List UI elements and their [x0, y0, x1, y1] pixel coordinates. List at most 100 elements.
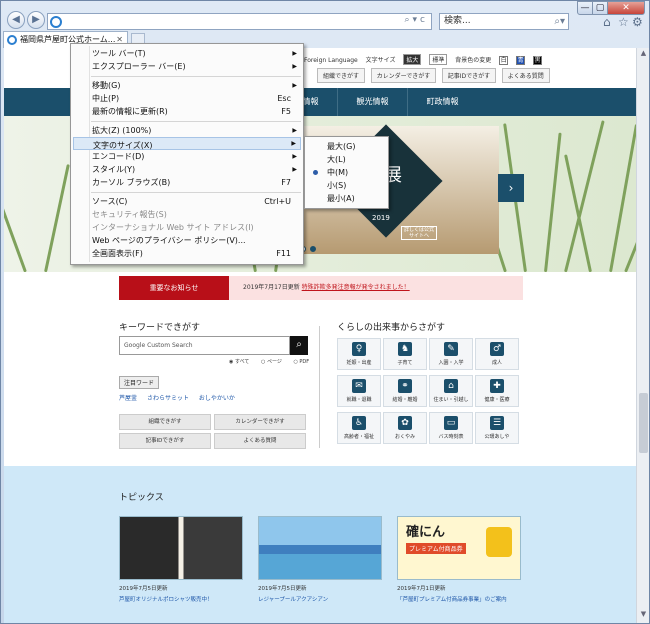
bg-black-button[interactable]: 黒	[533, 56, 543, 65]
scroll-thumb[interactable]	[639, 393, 648, 453]
close-button[interactable]: ✕	[607, 1, 645, 15]
topic-image-polo[interactable]	[119, 516, 243, 580]
address-bar[interactable]: ⌕▾c	[47, 13, 432, 30]
life-tile[interactable]: ♞ 子育て	[383, 338, 427, 370]
back-icon[interactable]: ◀	[7, 11, 25, 29]
bg-blue-button[interactable]: 青	[516, 56, 526, 65]
elderly-icon: ♿	[352, 416, 366, 430]
nav-item-tourism[interactable]: 観光情報	[337, 88, 407, 116]
tag-link[interactable]: 芦屋釜	[119, 395, 137, 402]
header-link-org[interactable]: 組織できがす	[317, 68, 366, 83]
hero-dot-active[interactable]	[310, 246, 316, 252]
foreign-language-link[interactable]: Foreign Language	[304, 57, 358, 64]
life-tile[interactable]: ♂ 成人	[475, 338, 519, 370]
text-size-submenu: 最大(G) 大(L) 中(M) 小(S) 最小(A)	[304, 136, 389, 209]
hero-more-link[interactable]: 詳しくは公式サイトへ	[401, 226, 437, 240]
text-size-smallest[interactable]: 最小(A)	[307, 192, 386, 205]
life-events-title: くらしの出来事からさがす	[337, 323, 446, 333]
work-icon: ✉	[352, 379, 366, 393]
menu-item-security-report: セキュリティ報告(S)	[92, 210, 167, 219]
life-tile[interactable]: ✿ おくやみ	[383, 412, 427, 444]
selected-radio-icon	[313, 170, 318, 175]
topic-card[interactable]: 2019年7月5日更新 芦屋町オリジナルポロシャツ販売中！	[119, 516, 243, 603]
important-notice: 重要なお知らせ 2019年7月17日更新 特殊詐欺多発注意報が発令されました！	[119, 276, 523, 300]
menu-item-refresh[interactable]: 最新の情報に更新(R) F5	[73, 105, 301, 118]
text-size-standard-button[interactable]: 標準	[429, 54, 448, 65]
page-scrollbar[interactable]: ▲ ▼	[636, 48, 649, 623]
life-tile[interactable]: ▭ バス時刻表	[429, 412, 473, 444]
minimize-button[interactable]: —	[577, 1, 593, 15]
keyword-search-button[interactable]: ⌕	[290, 336, 308, 355]
menu-item-encoding[interactable]: エンコード(D) ▶	[73, 150, 301, 163]
menu-item-stop[interactable]: 中止(P) Esc	[73, 92, 301, 105]
quick-calendar-button[interactable]: カレンダーできがす	[214, 414, 306, 430]
header-link-article-id[interactable]: 記事IDできがす	[441, 68, 497, 83]
home-icon[interactable]: ⌂	[603, 15, 611, 29]
header-link-calendar[interactable]: カレンダーできがす	[370, 68, 437, 83]
topic-card[interactable]: 確にん プレミアム付商品券 2019年7月1日更新 「芦屋町プレミアム付商品券事…	[397, 516, 521, 603]
menu-item-toolbars[interactable]: ツール バー(T) ▶	[73, 47, 301, 60]
tag-link[interactable]: さわらサミット	[147, 395, 189, 402]
menu-item-privacy-policy[interactable]: Web ページのプライバシー ポリシー(V)...	[73, 234, 301, 247]
topic-link[interactable]: レジャープールアクアシアン	[258, 595, 382, 603]
moving-icon: ⌂	[444, 379, 458, 393]
menu-item-go-to[interactable]: 移動(G) ▶	[73, 79, 301, 92]
topic-link[interactable]: 「芦屋町プレミアム付商品券事業」のご案内	[397, 595, 521, 603]
text-size-medium[interactable]: 中(M)	[307, 166, 386, 179]
life-tile[interactable]: ✎ 入園・入学	[429, 338, 473, 370]
text-size-smaller[interactable]: 小(S)	[307, 179, 386, 192]
menu-item-zoom[interactable]: 拡大(Z) (100%) ▶	[73, 124, 301, 137]
section-divider	[319, 326, 320, 448]
favorites-star-icon[interactable]: ☆	[618, 15, 629, 29]
menu-item-full-screen[interactable]: 全画面表示(F) F11	[73, 247, 301, 260]
text-size-big-button[interactable]: 拡大	[403, 54, 422, 65]
tag-link[interactable]: おしやかいか	[199, 395, 235, 402]
bg-color-label: 背景色の変更	[455, 57, 492, 64]
radio-pdf[interactable]: ○ PDF	[293, 359, 314, 365]
life-tile[interactable]: ✚ 健康・医療	[475, 375, 519, 407]
header-link-faq[interactable]: よくある質問	[501, 68, 550, 83]
utility-links: Foreign Language 文字サイズ 拡大 標準 背景色の変更 白 青 …	[304, 54, 548, 65]
life-tile[interactable]: ☰ 公環あしや	[475, 412, 519, 444]
menu-item-text-size[interactable]: 文字のサイズ(X) ▶	[73, 137, 301, 150]
hero-next-arrow-icon[interactable]: ›	[498, 174, 524, 202]
bg-white-button[interactable]: 白	[499, 56, 509, 65]
forward-icon[interactable]: ▶	[27, 11, 45, 29]
keyword-search-title: キーワードできがす	[119, 323, 201, 333]
life-tile[interactable]: ⌂ 住まい・引越し	[429, 375, 473, 407]
address-tools[interactable]: ⌕▾c	[404, 15, 428, 25]
text-size-largest[interactable]: 最大(G)	[307, 140, 386, 153]
menu-item-caret-browsing[interactable]: カーソル ブラウズ(B) F7	[73, 176, 301, 189]
scroll-down-icon[interactable]: ▼	[638, 610, 649, 621]
browser-window: ◀ ▶ ⌕▾c 検索... ⌕▾ ⌂ ☆ ⚙ — ▢ ✕ 福岡県芦屋町公式ホーム…	[0, 0, 650, 624]
radio-page[interactable]: ○ ページ	[261, 359, 287, 365]
topic-image-coupon[interactable]: 確にん プレミアム付商品券	[397, 516, 521, 580]
topic-link[interactable]: 芦屋町オリジナルポロシャツ販売中！	[119, 595, 243, 603]
scroll-up-icon[interactable]: ▲	[638, 49, 649, 60]
menu-item-style[interactable]: スタイル(Y) ▶	[73, 163, 301, 176]
tools-gear-icon[interactable]: ⚙	[632, 15, 643, 29]
life-tile[interactable]: ♀ 妊娠・出産	[337, 338, 381, 370]
adult-icon: ♂	[490, 342, 504, 356]
topic-card[interactable]: 2019年7月5日更新 レジャープールアクアシアン	[258, 516, 382, 603]
menu-item-source[interactable]: ソース(C) Ctrl+U	[73, 195, 301, 208]
quick-article-id-button[interactable]: 記事IDできがす	[119, 433, 211, 449]
notice-link[interactable]: 特殊詐欺多発注意報が発令されました！	[302, 284, 410, 291]
life-tile[interactable]: ♿ 高齢者・福祉	[337, 412, 381, 444]
marriage-icon: ⚭	[398, 379, 412, 393]
topics-title: トピックス	[119, 493, 164, 503]
school-icon: ✎	[444, 342, 458, 356]
search-icon[interactable]: ⌕▾	[554, 14, 565, 29]
radio-all[interactable]: ◉ すべて	[229, 359, 254, 365]
quick-faq-button[interactable]: よくある質問	[214, 433, 306, 449]
keyword-search-input[interactable]: Google Custom Search	[119, 336, 290, 355]
life-tile[interactable]: ⚭ 結婚・離婚	[383, 375, 427, 407]
menu-item-explorer-bars[interactable]: エクスプローラー バー(E) ▶	[73, 60, 301, 73]
maximize-button[interactable]: ▢	[592, 1, 608, 15]
quick-org-button[interactable]: 組織できがす	[119, 414, 211, 430]
topic-image-pool[interactable]	[258, 516, 382, 580]
text-size-larger[interactable]: 大(L)	[307, 153, 386, 166]
life-tile[interactable]: ✉ 就職・退職	[337, 375, 381, 407]
search-box[interactable]: 検索... ⌕▾	[439, 13, 569, 30]
nav-item-town-admin[interactable]: 町政情報	[407, 88, 477, 116]
